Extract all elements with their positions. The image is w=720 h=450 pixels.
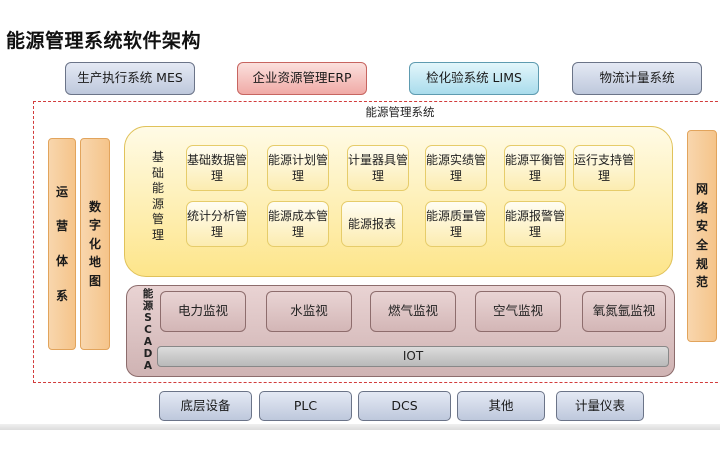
monitor-power: 电力监视 bbox=[160, 291, 246, 332]
module-energy-alarm: 能源报警管理 bbox=[504, 201, 566, 247]
digital-map-bar: 数 字 化 地 图 bbox=[80, 138, 110, 350]
module-statistics-analysis: 统计分析管理 bbox=[186, 201, 248, 247]
monitor-gas: 燃气监视 bbox=[370, 291, 456, 332]
digital-map-char: 图 bbox=[88, 273, 101, 288]
monitor-water: 水监视 bbox=[266, 291, 352, 332]
energy-label-char: 础 bbox=[151, 165, 164, 180]
scada-label-char: A bbox=[143, 336, 153, 349]
system-lims-box: 检化验系统 LIMS bbox=[409, 62, 539, 95]
system-erp-box: 企业资源管理ERP bbox=[237, 62, 367, 95]
device-field-equipment: 底层设备 bbox=[159, 391, 252, 421]
operations-char: 体 bbox=[55, 254, 68, 268]
device-plc: PLC bbox=[259, 391, 352, 421]
module-basic-data: 基础数据管理 bbox=[186, 145, 248, 191]
operations-system-bar: 运 营 体 系 bbox=[48, 138, 76, 350]
energy-system-frame-label: 能源管理系统 bbox=[365, 105, 435, 119]
page-title: 能源管理系统软件架构 bbox=[6, 30, 202, 52]
network-security-char: 全 bbox=[695, 238, 708, 252]
scada-label-char: 能 bbox=[142, 288, 154, 300]
network-security-char: 规 bbox=[695, 256, 708, 271]
module-energy-plan: 能源计划管理 bbox=[267, 145, 329, 191]
system-mes-box: 生产执行系统 MES bbox=[65, 62, 195, 95]
network-security-char: 范 bbox=[695, 275, 708, 290]
operations-char: 营 bbox=[55, 219, 68, 234]
energy-scada-label: 能 源 S C A D A bbox=[141, 288, 155, 372]
energy-label-char: 基 bbox=[151, 150, 164, 164]
module-energy-cost: 能源成本管理 bbox=[267, 201, 329, 247]
device-dcs: DCS bbox=[358, 391, 451, 421]
device-meters: 计量仪表 bbox=[556, 391, 644, 421]
device-other: 其他 bbox=[457, 391, 545, 421]
module-meter-devices: 计量器具管理 bbox=[347, 145, 409, 191]
module-energy-balance: 能源平衡管理 bbox=[504, 145, 566, 191]
network-security-bar: 网 络 安 全 规 范 bbox=[687, 130, 717, 342]
system-logistics-box: 物流计量系统 bbox=[572, 62, 702, 95]
digital-map-char: 字 bbox=[88, 218, 101, 233]
scada-label-char: A bbox=[143, 360, 153, 373]
module-energy-actual: 能源实绩管理 bbox=[425, 145, 487, 191]
basic-energy-management-label: 基 础 能 源 管 理 bbox=[150, 150, 166, 244]
module-operation-support: 运行支持管理 bbox=[573, 145, 635, 191]
footer-divider bbox=[0, 424, 720, 430]
iot-bar: IOT bbox=[157, 346, 669, 367]
digital-map-char: 化 bbox=[88, 236, 101, 251]
scada-label-char: D bbox=[143, 348, 153, 361]
scada-label-char: 源 bbox=[142, 300, 154, 313]
energy-label-char: 源 bbox=[151, 196, 164, 211]
module-energy-report: 能源报表 bbox=[341, 201, 403, 247]
scada-label-char: C bbox=[144, 324, 152, 337]
digital-map-char: 地 bbox=[88, 255, 101, 270]
scada-label-char: S bbox=[144, 312, 152, 325]
monitor-oxygen-nitrogen-argon: 氧氮氩监视 bbox=[582, 291, 666, 332]
operations-char: 系 bbox=[55, 288, 68, 303]
module-energy-quality: 能源质量管理 bbox=[425, 201, 487, 247]
network-security-char: 网 bbox=[695, 182, 708, 197]
network-security-char: 络 bbox=[695, 200, 708, 215]
energy-label-char: 理 bbox=[151, 227, 164, 242]
energy-label-char: 能 bbox=[151, 181, 164, 196]
digital-map-char: 数 bbox=[88, 199, 101, 214]
energy-label-char: 管 bbox=[151, 212, 164, 227]
monitor-air: 空气监视 bbox=[475, 291, 561, 332]
network-security-char: 安 bbox=[695, 219, 708, 234]
operations-char: 运 bbox=[55, 184, 68, 199]
